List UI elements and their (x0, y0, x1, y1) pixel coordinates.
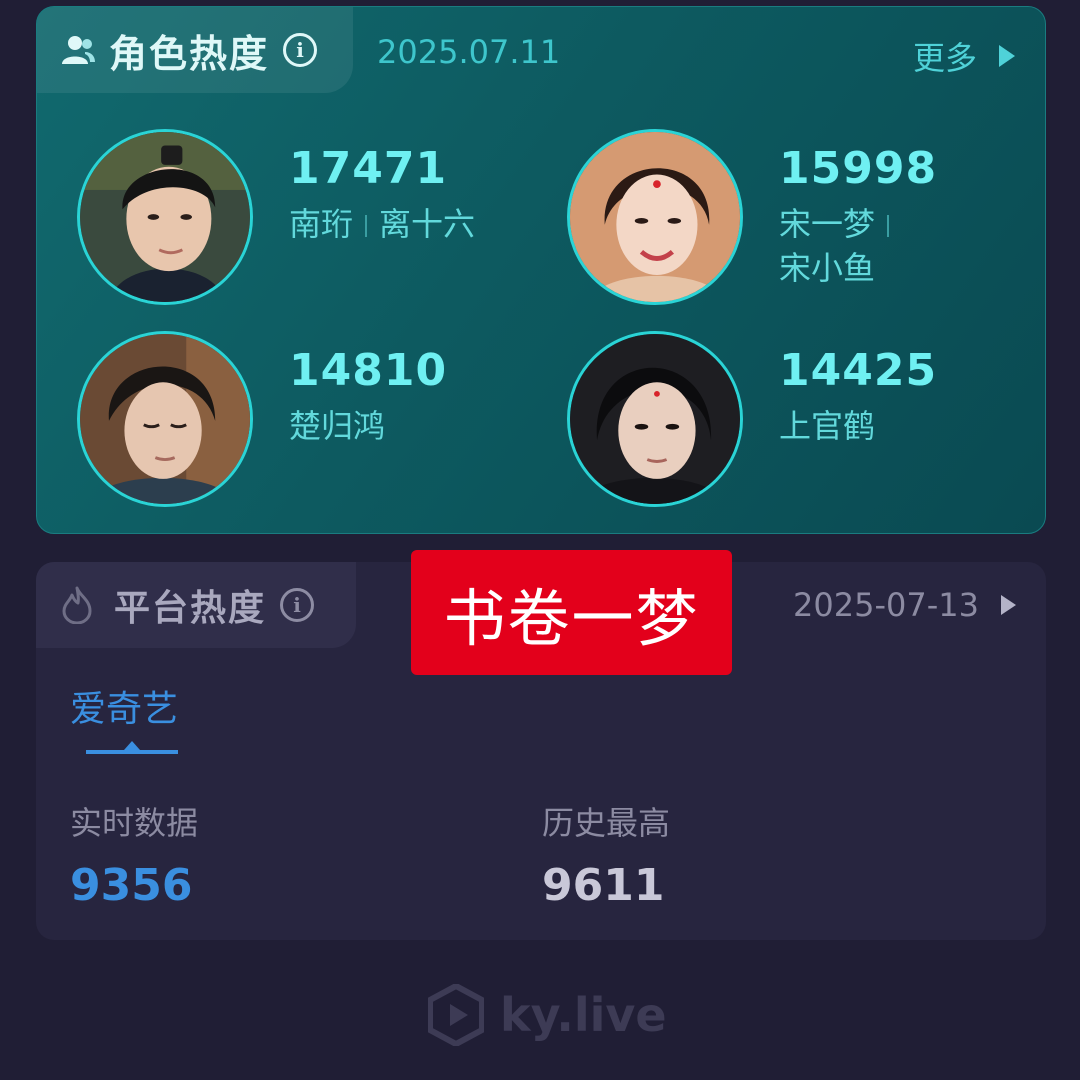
role-heat-tab[interactable]: 角色热度 i (37, 7, 353, 93)
avatar (567, 129, 743, 305)
history-label: 历史最高 (542, 804, 671, 842)
page: 角色热度 i 2025.07.11 更多 17471 南珩 离十六 15998 … (0, 0, 1080, 1080)
history-value: 9611 (542, 860, 665, 911)
role-item[interactable]: 15998 宋一梦 宋小鱼 (567, 129, 937, 305)
watermark-text: ky.live (500, 988, 667, 1042)
role-name: 宋一梦 宋小鱼 (779, 202, 937, 290)
platform-heat-date: 2025-07-13 (793, 586, 979, 624)
realtime-stat: 实时数据 9356 (70, 798, 198, 911)
role-name-primary: 南珩 (289, 205, 354, 243)
more-label: 更多 (912, 39, 977, 77)
role-name-secondary: 离十六 (379, 205, 476, 243)
history-stat: 历史最高 9611 (542, 798, 670, 911)
role-name-secondary: 宋小鱼 (779, 249, 876, 287)
more-link[interactable]: 更多 (913, 33, 1015, 79)
role-heat-date: 2025.07.11 (377, 33, 561, 71)
name-separator (887, 215, 890, 237)
role-item[interactable]: 14810 楚归鸿 (77, 331, 447, 507)
role-score: 14425 (779, 345, 938, 396)
active-tab-indicator (86, 741, 178, 754)
play-logo-icon (428, 984, 484, 1046)
title-banner: 书卷一梦 (411, 550, 732, 675)
platform-heat-date-link[interactable]: 2025-07-13 (793, 586, 1016, 624)
tab-iqiyi[interactable]: 爱奇艺 (70, 680, 178, 732)
play-arrow-icon (999, 45, 1015, 67)
person-icon (62, 36, 95, 64)
role-name: 上官鹤 (779, 404, 937, 448)
platform-heat-tab[interactable]: 平台热度 i (36, 562, 356, 648)
role-name-primary: 楚归鸿 (289, 407, 386, 445)
name-separator (365, 215, 368, 237)
platform-heat-title: 平台热度 (114, 588, 267, 629)
role-item[interactable]: 14425 上官鹤 (567, 331, 937, 507)
role-score: 15998 (779, 143, 938, 194)
fire-icon (62, 586, 92, 624)
avatar (567, 331, 743, 507)
role-name: 南珩 离十六 (289, 202, 475, 246)
watermark: ky.live (428, 984, 667, 1046)
realtime-value: 9356 (70, 860, 193, 911)
info-icon[interactable]: i (283, 33, 318, 67)
avatar (77, 129, 253, 305)
role-heat-card: 角色热度 i 2025.07.11 更多 17471 南珩 离十六 15998 … (36, 6, 1046, 534)
realtime-label: 实时数据 (70, 804, 199, 842)
role-score: 17471 (289, 143, 448, 194)
avatar (77, 331, 253, 507)
role-heat-title: 角色热度 (109, 31, 270, 76)
role-name-primary: 宋一梦 (779, 205, 876, 243)
role-name-primary: 上官鹤 (779, 407, 876, 445)
info-icon[interactable]: i (280, 588, 315, 622)
play-arrow-icon (1001, 595, 1016, 615)
role-name: 楚归鸿 (289, 404, 447, 448)
role-item[interactable]: 17471 南珩 离十六 (77, 129, 475, 305)
role-score: 14810 (289, 345, 448, 396)
